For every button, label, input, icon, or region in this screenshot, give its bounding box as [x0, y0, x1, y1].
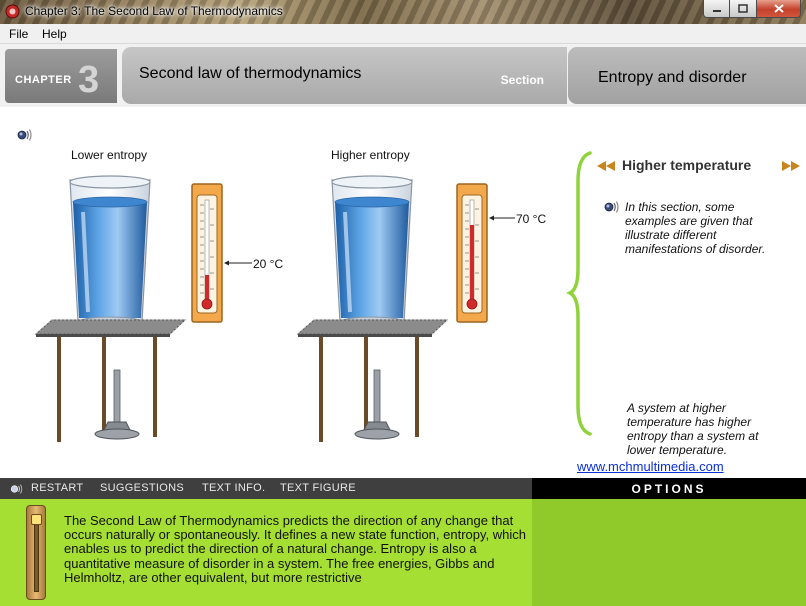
section-title: Entropy and disorder — [598, 69, 747, 86]
higher-entropy-apparatus — [296, 175, 449, 442]
chapter-number: 3 — [78, 59, 100, 101]
text-scroll-slider[interactable] — [26, 505, 46, 600]
minimize-button[interactable] — [703, 0, 730, 18]
section-label: Section — [500, 73, 544, 87]
website-link[interactable]: www.mchmultimedia.com — [577, 459, 724, 474]
chapter-label: CHAPTER — [15, 74, 72, 86]
page-title-tab: Second law of thermodynamics Section — [122, 47, 567, 104]
maximize-icon — [738, 4, 748, 13]
content-area: Lower entropy Higher entropy 20 °C 70 °C… — [0, 107, 806, 478]
left-thermometer — [191, 183, 223, 323]
menu-help[interactable]: Help — [42, 27, 67, 41]
header-band: CHAPTER 3 Second law of thermodynamics S… — [0, 44, 806, 107]
lower-entropy-apparatus — [34, 175, 187, 442]
app-icon — [5, 4, 20, 19]
text-figure-button[interactable]: TEXT FIGURE — [280, 482, 356, 494]
close-button[interactable] — [757, 0, 801, 18]
menu-file[interactable]: File — [9, 27, 28, 41]
subsection-title: Higher temperature — [622, 157, 752, 173]
options-label: OPTIONS — [631, 482, 707, 496]
minimize-icon — [712, 9, 721, 12]
curly-brace — [566, 151, 592, 436]
intro-text: In this section, some examples are given… — [625, 200, 766, 256]
speaker-icon[interactable] — [602, 198, 620, 216]
maximize-button[interactable] — [730, 0, 757, 18]
suggestions-button[interactable]: SUGGESTIONS — [100, 482, 184, 494]
slider-track — [34, 514, 39, 592]
window-title: Chapter 3: The Second Law of Thermodynam… — [25, 4, 283, 18]
higher-entropy-label: Higher entropy — [331, 148, 410, 162]
right-temperature: 70 °C — [516, 212, 547, 226]
caption-text: A system at higher temperature has highe… — [627, 401, 759, 457]
lower-entropy-label: Lower entropy — [71, 148, 148, 162]
right-pointer-line — [489, 215, 515, 221]
double-left-arrow-icon[interactable] — [596, 160, 616, 172]
speaker-icon[interactable] — [15, 126, 33, 144]
double-right-arrow-icon[interactable] — [781, 160, 801, 172]
text-panel: The Second Law of Thermodynamics predict… — [0, 499, 806, 606]
body-text: The Second Law of Thermodynamics predict… — [64, 513, 526, 585]
close-icon — [773, 4, 784, 13]
left-pointer-line — [224, 260, 252, 266]
bottom-toolbar: RESTART SUGGESTIONS TEXT INFO. TEXT FIGU… — [0, 478, 532, 499]
window-title-bar[interactable]: Chapter 3: The Second Law of Thermodynam… — [0, 0, 806, 24]
options-button[interactable]: OPTIONS — [532, 478, 806, 499]
section-title-tab: Entropy and disorder — [568, 47, 806, 104]
page-title: Second law of thermodynamics — [139, 65, 362, 82]
menu-bar: File Help — [0, 24, 806, 44]
left-temperature: 20 °C — [253, 257, 284, 271]
slider-thumb[interactable] — [31, 514, 42, 525]
speaker-icon[interactable] — [9, 482, 23, 496]
text-info-button[interactable]: TEXT INFO. — [202, 482, 265, 494]
options-panel — [532, 499, 806, 606]
chapter-tab: CHAPTER 3 — [5, 49, 117, 103]
right-thermometer — [456, 183, 488, 323]
restart-button[interactable]: RESTART — [31, 482, 83, 494]
